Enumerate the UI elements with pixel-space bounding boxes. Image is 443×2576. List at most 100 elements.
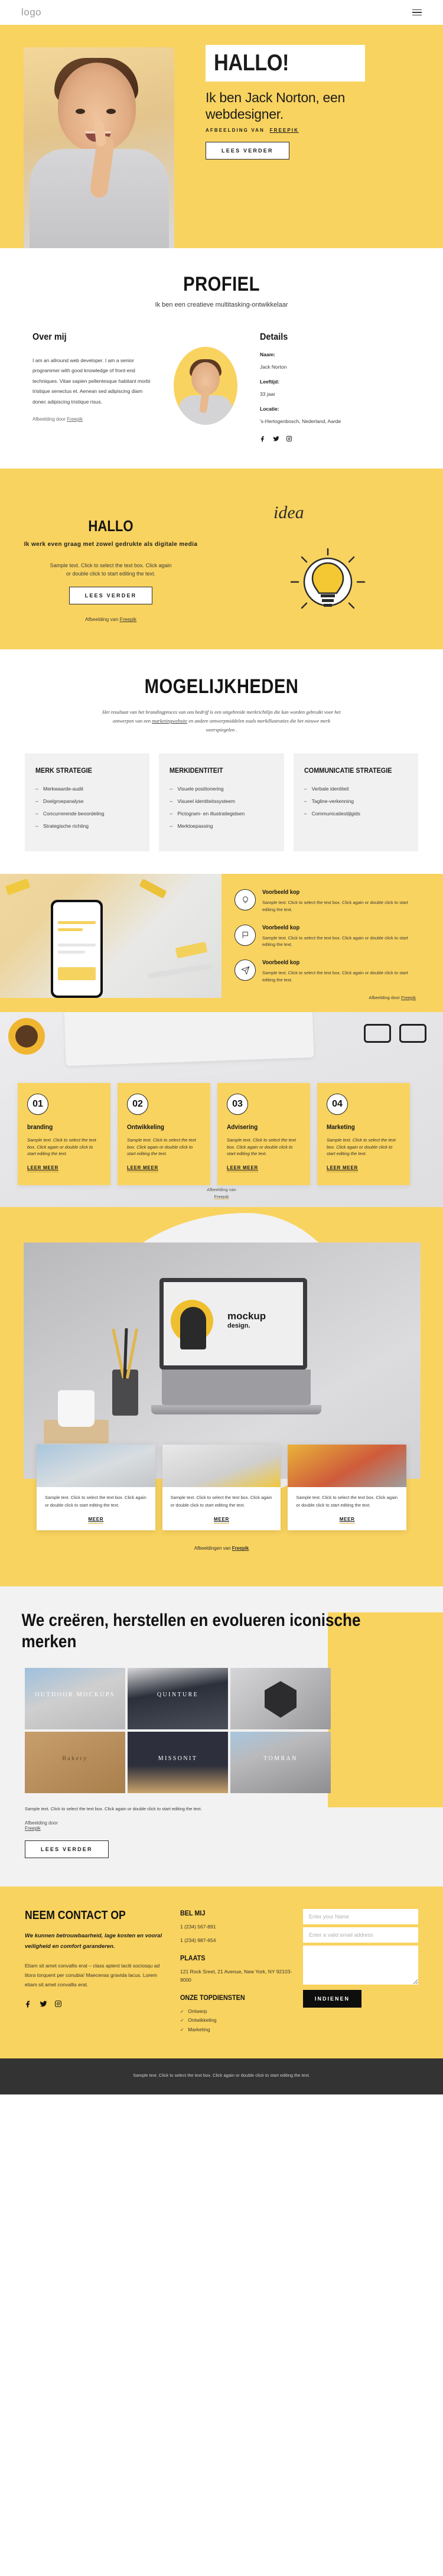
brand-tile-label: Bakery bbox=[62, 1755, 88, 1762]
brands-cta-button[interactable]: LEES VERDER bbox=[25, 1840, 109, 1858]
service-link[interactable]: LEER MEER bbox=[227, 1165, 258, 1172]
site-logo[interactable]: logo bbox=[21, 6, 41, 18]
service-card[interactable]: 04 Marketing Sample text. Click to selec… bbox=[317, 1082, 410, 1185]
brand-tile[interactable]: Bakery bbox=[25, 1732, 125, 1794]
showcase-body: Sample text. Click to select the text bo… bbox=[45, 1494, 146, 1508]
hallo-credit-prefix: Afbeelding van bbox=[85, 616, 120, 623]
lightbulb-icon bbox=[234, 889, 256, 911]
phone-number-1[interactable]: 1 (234) 567-891 bbox=[180, 1923, 292, 1931]
name-field[interactable] bbox=[303, 1908, 418, 1924]
instagram-icon[interactable] bbox=[54, 2000, 62, 2011]
instagram-icon[interactable] bbox=[286, 434, 292, 445]
brands-credit: Afbeelding door Freepik bbox=[25, 1820, 418, 1831]
about-credit-link[interactable]: Freepik bbox=[67, 417, 83, 422]
facebook-icon[interactable] bbox=[260, 434, 266, 445]
hamburger-menu-icon[interactable] bbox=[412, 9, 422, 16]
services-credit-link[interactable]: Freepik bbox=[214, 1194, 229, 1199]
top-service-item: Ontwerp bbox=[180, 2007, 292, 2016]
hero-credit: AFBEELDING VAN FREEPIK bbox=[206, 128, 406, 133]
details-heading: Details bbox=[260, 332, 288, 342]
about-credit: Afbeelding door Freepik bbox=[32, 417, 151, 422]
hero-credit-prefix: AFBEELDING VAN bbox=[206, 128, 265, 134]
laptop-mockup-image: mockup design. bbox=[24, 1242, 421, 1479]
showcase-card[interactable]: Sample text. Click to select the text bo… bbox=[162, 1444, 281, 1531]
brand-tile[interactable]: QUINTURE bbox=[128, 1668, 228, 1730]
detail-value: 33 jaar bbox=[260, 391, 275, 397]
capability-item: Verbale identiteit bbox=[304, 785, 408, 793]
capabilities-description-link[interactable]: marketingwebsite bbox=[152, 718, 187, 724]
service-card[interactable]: 03 Advisering Sample text. Click to sele… bbox=[217, 1082, 310, 1185]
twitter-icon[interactable] bbox=[273, 434, 279, 445]
contact-form: INDIENEN bbox=[303, 1908, 418, 2035]
capability-card: MERK STRATEGIE Merkwaarde-audit Doelgroe… bbox=[25, 753, 150, 852]
features-credit-link[interactable]: Freepik bbox=[401, 995, 416, 1000]
submit-button[interactable]: INDIENEN bbox=[303, 1989, 362, 2008]
showcase-link[interactable]: MEER bbox=[162, 1517, 281, 1524]
profile-title: PROFIEL bbox=[183, 273, 260, 295]
service-title: Marketing bbox=[327, 1123, 355, 1131]
capability-item: Concurrerende beoordeling bbox=[35, 809, 139, 818]
about-heading: Over mij bbox=[32, 332, 67, 342]
phone-number-2[interactable]: 1 (234) 987-654 bbox=[180, 1936, 292, 1944]
address-text: 121 Rock Sreet, 21 Avenue, New York, NY … bbox=[180, 1968, 292, 1983]
service-number: 04 bbox=[327, 1093, 348, 1115]
twitter-icon[interactable] bbox=[40, 2000, 47, 2011]
service-card[interactable]: 01 branding Sample text. Click to select… bbox=[18, 1082, 110, 1185]
flag-icon bbox=[234, 924, 256, 946]
showcase-credit-link[interactable]: Freepik bbox=[232, 1546, 249, 1551]
capability-card-title: COMMUNICATIE STRATEGIE bbox=[304, 766, 392, 775]
feature-body: Sample text. Click to select the text bo… bbox=[262, 970, 408, 983]
detail-value: 's-Hertogenbosch, Nederland, Aarde bbox=[260, 418, 341, 424]
hero-credit-link[interactable]: FREEPIK bbox=[270, 128, 299, 133]
hallo-cta-button[interactable]: LEES VERDER bbox=[69, 587, 153, 605]
profile-grid: Over mij I am an allround web developer.… bbox=[0, 332, 443, 445]
service-card[interactable]: 02 Ontwikkeling Sample text. Click to se… bbox=[118, 1082, 210, 1185]
showcase-card[interactable]: Sample text. Click to select the text bo… bbox=[37, 1444, 155, 1531]
brand-tile[interactable]: MISSONIT bbox=[128, 1732, 228, 1794]
service-link[interactable]: LEER MEER bbox=[27, 1165, 58, 1172]
details-column: Details Naam: Jack Norton Leeftijd: 33 j… bbox=[260, 332, 372, 445]
showcase-thumbs: Sample text. Click to select the text bo… bbox=[0, 1444, 443, 1531]
hallo-tagline: Ik werk even graag met zowel gedrukte al… bbox=[24, 541, 198, 548]
service-number: 02 bbox=[127, 1093, 148, 1115]
showcase-credit-prefix: Afbeeldingen van bbox=[194, 1546, 232, 1552]
brands-footer: Sample text. Click to select the text bo… bbox=[0, 1805, 443, 1858]
brand-tile-label: MISSONIT bbox=[158, 1755, 198, 1762]
feature-item: Voorbeeld kop Sample text. Click to sele… bbox=[234, 889, 419, 913]
site-header: logo bbox=[0, 0, 443, 25]
brand-tile[interactable]: TOMRAN bbox=[230, 1732, 331, 1794]
about-body: I am an allround web developer. I am a s… bbox=[32, 357, 151, 405]
capability-card-title: MERKIDENTITEIT bbox=[170, 766, 223, 775]
glasses-image bbox=[364, 1023, 435, 1051]
email-field[interactable] bbox=[303, 1927, 418, 1943]
hero-badge-text: HALLO! bbox=[214, 50, 289, 76]
features-list: Voorbeeld kop Sample text. Click to sele… bbox=[222, 874, 443, 1012]
brand-tile[interactable]: OUTDOOR MOCKUPS bbox=[25, 1668, 125, 1730]
message-field[interactable] bbox=[303, 1945, 418, 1985]
brand-tile[interactable] bbox=[230, 1668, 331, 1730]
service-link[interactable]: LEER MEER bbox=[327, 1165, 358, 1172]
showcase-link-label: MEER bbox=[214, 1517, 229, 1524]
hero-section: HALLO! Ik ben Jack Norton, een webdesign… bbox=[0, 25, 443, 248]
showcase-card[interactable]: Sample text. Click to select the text bo… bbox=[288, 1444, 407, 1531]
hero-portrait-image bbox=[24, 47, 174, 248]
feature-item: Voorbeeld kop Sample text. Click to sele… bbox=[234, 960, 419, 983]
profile-subtitle: Ik ben een creatieve multitasking-ontwik… bbox=[155, 301, 288, 308]
about-credit-prefix: Afbeelding door bbox=[32, 417, 67, 422]
mockup-screen-sub: design. bbox=[227, 1322, 250, 1329]
facebook-icon[interactable] bbox=[25, 2000, 32, 2011]
detail-item: Locatie: 's-Hertogenbosch, Nederland, Aa… bbox=[260, 406, 372, 424]
capability-item: Doelgroepanalyse bbox=[35, 797, 139, 806]
feature-body: Sample text. Click to select the text bo… bbox=[262, 900, 408, 912]
brands-credit-link[interactable]: Freepik bbox=[25, 1826, 418, 1831]
hallo-credit: Afbeelding van Freepik bbox=[0, 616, 222, 622]
service-cards: 01 branding Sample text. Click to select… bbox=[18, 1082, 410, 1185]
showcase-link[interactable]: MEER bbox=[288, 1517, 406, 1524]
service-link[interactable]: LEER MEER bbox=[127, 1165, 158, 1172]
capabilities-section: MOGELIJKHEDEN Het resultaat van het bran… bbox=[0, 649, 443, 874]
features-credit: Afbeelding door Freepik bbox=[234, 995, 419, 1000]
hallo-credit-link[interactable]: Freepik bbox=[120, 616, 136, 622]
feature-title: Voorbeeld kop bbox=[262, 889, 300, 896]
hero-cta-button[interactable]: LEES VERDER bbox=[206, 142, 289, 160]
showcase-link[interactable]: MEER bbox=[37, 1517, 155, 1524]
